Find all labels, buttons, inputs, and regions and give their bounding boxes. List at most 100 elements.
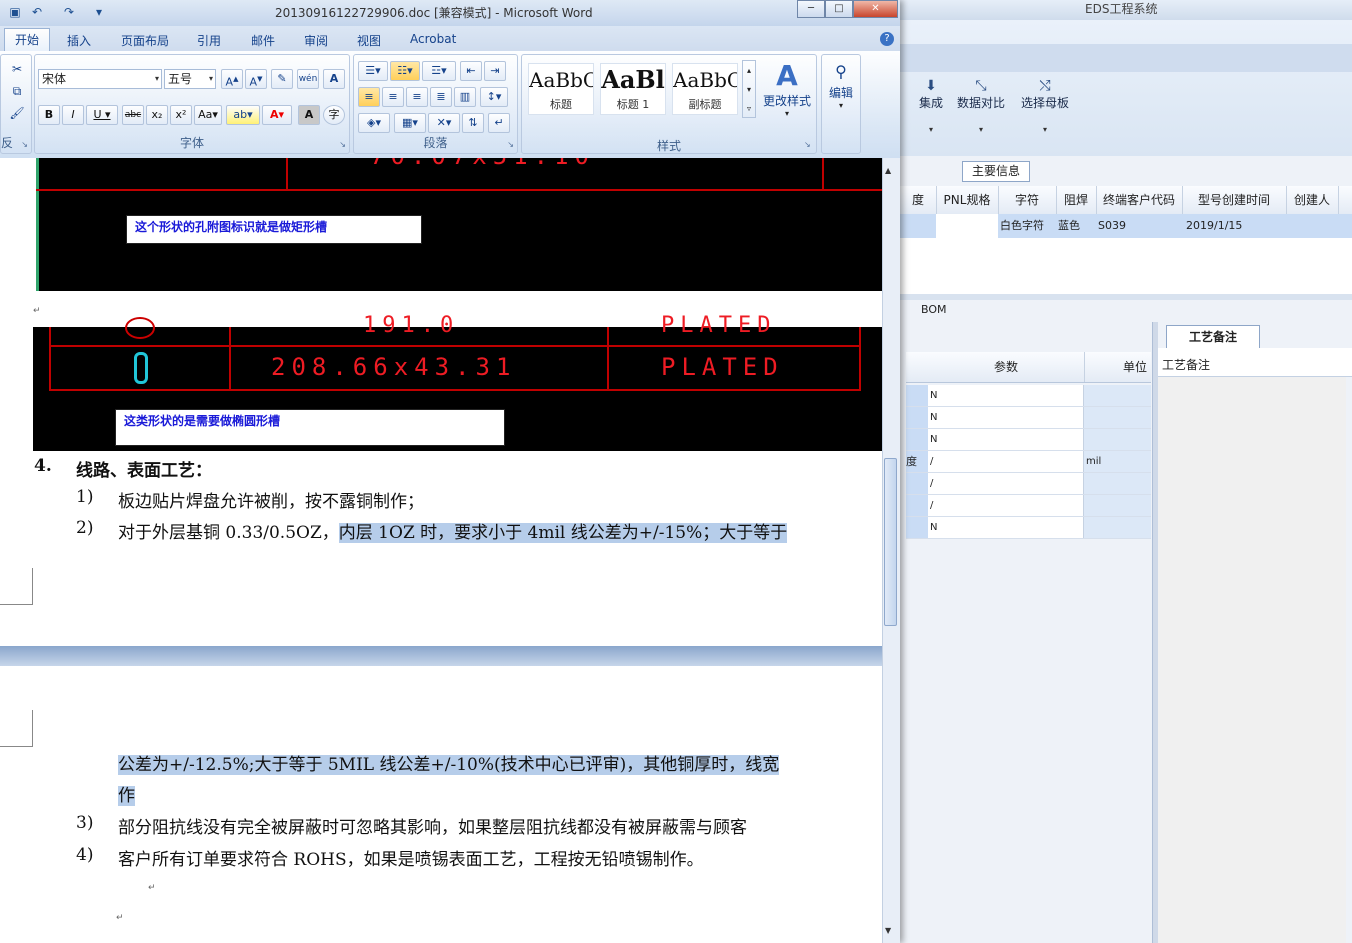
style-heading1[interactable]: AaBl 标题 1 — [600, 63, 666, 115]
selected-text[interactable]: 内层 1OZ 时，要求小于 4mil 线公差为+/-15%；大于等于 — [338, 523, 788, 543]
style-subtitle[interactable]: AaBbC 副标题 — [672, 63, 738, 115]
selected-text[interactable]: 作 — [118, 786, 135, 806]
bom-tab[interactable]: BOM — [921, 303, 947, 316]
redo-icon[interactable]: ↷ — [60, 4, 78, 20]
bold-button[interactable]: B — [38, 105, 60, 125]
close-button[interactable]: ✕ — [853, 0, 898, 18]
font-launcher-icon[interactable]: ↘ — [339, 140, 346, 149]
char-shading-button[interactable]: A — [298, 105, 320, 125]
font-color-button[interactable]: A▾ — [262, 105, 292, 125]
highlight-button[interactable]: ab▾ — [226, 105, 260, 125]
styles-gallery-scroll[interactable]: ▴ ▾ ▿ — [742, 60, 756, 118]
param-cell[interactable]: / — [928, 495, 1084, 516]
unit-cell[interactable] — [1084, 407, 1151, 428]
italic-button[interactable]: I — [62, 105, 84, 125]
tab-process-remark[interactable]: 工艺备注 — [1166, 325, 1260, 348]
tab-main-info[interactable]: 主要信息 — [962, 161, 1030, 182]
paragraph-launcher-icon[interactable]: ↘ — [507, 140, 514, 149]
change-case-button[interactable]: Aa▾ — [194, 105, 222, 125]
tab-page-layout[interactable]: 页面布局 — [121, 32, 169, 49]
show-marks-button[interactable]: ↵ — [488, 113, 510, 133]
bullets-button[interactable]: ☰▾ — [358, 61, 388, 81]
grid-cell[interactable] — [936, 214, 998, 238]
justify-button[interactable]: ≣ — [430, 87, 452, 107]
tab-home[interactable]: 开始 — [4, 28, 50, 51]
undo-icon[interactable]: ↶ — [28, 4, 46, 20]
help-icon[interactable]: ? — [880, 32, 894, 46]
align-left-button[interactable]: ≡ — [358, 87, 380, 107]
param-cell[interactable]: N — [928, 517, 1084, 538]
superscript-button[interactable]: x² — [170, 105, 192, 125]
selected-text[interactable]: 公差为+/-12.5%;大于等于 5MIL 线公差+/-10%(技术中心已评审)… — [118, 755, 780, 775]
change-styles-button[interactable]: A 更改样式 ▾ — [760, 60, 814, 130]
grid-row[interactable]: 白色字符 蓝色 S039 2019/1/15 — [900, 214, 1352, 238]
style-title[interactable]: AaBbC 标题 — [528, 63, 594, 115]
distributed-button[interactable]: ▥ — [454, 87, 476, 107]
save-icon[interactable]: ▣ — [6, 4, 24, 20]
grid-col-header[interactable]: PNL规格 — [936, 186, 999, 214]
param-col-header[interactable]: 参数 — [928, 352, 1085, 382]
styles-launcher-icon[interactable]: ↘ — [804, 140, 811, 149]
clear-format-button[interactable]: ✎ — [271, 69, 293, 89]
param-cell[interactable]: / — [928, 451, 1084, 472]
table-row[interactable]: N — [906, 407, 1151, 429]
grid-cell[interactable]: 蓝色 — [1058, 214, 1080, 238]
param-cell[interactable]: N — [928, 429, 1084, 450]
increase-indent-button[interactable]: ⇥ — [484, 61, 506, 81]
param-cell[interactable]: N — [928, 407, 1084, 428]
format-painter-icon[interactable]: 🖌 — [7, 103, 27, 123]
line-spacing-button[interactable]: ↕▾ — [480, 87, 508, 107]
grid-col-header[interactable]: 字符 — [998, 186, 1057, 214]
phonetic-guide-button[interactable]: wén — [297, 69, 319, 89]
grid-cell[interactable]: 白色字符 — [1000, 214, 1044, 238]
integrate-button[interactable]: ⬇ 集成 ▾ — [910, 78, 952, 134]
table-row[interactable]: / — [906, 473, 1151, 495]
numbering-button[interactable]: ☷▾ — [390, 61, 420, 81]
table-row[interactable]: 度 / mil — [906, 451, 1151, 473]
table-row[interactable]: N — [906, 517, 1151, 539]
multilevel-list-button[interactable]: ☲▾ — [422, 61, 456, 81]
shrink-font-button[interactable]: A▼ — [245, 69, 267, 89]
grow-font-button[interactable]: A▲ — [221, 69, 243, 89]
remark-textarea[interactable] — [1158, 377, 1346, 943]
unit-cell[interactable] — [1084, 429, 1151, 450]
param-cell[interactable]: / — [928, 473, 1084, 494]
copy-icon[interactable]: ⧉ — [7, 81, 27, 101]
param-cell[interactable]: N — [928, 385, 1084, 406]
unit-cell[interactable] — [1084, 517, 1151, 538]
grid-col-header[interactable]: 型号创建时间 — [1182, 186, 1287, 214]
cut-icon[interactable]: ✂ — [7, 59, 27, 79]
minimize-button[interactable]: ─ — [797, 0, 825, 18]
grid-col-header[interactable]: 终端客户代码 — [1096, 186, 1183, 214]
table-row[interactable]: / — [906, 495, 1151, 517]
tab-acrobat[interactable]: Acrobat — [410, 32, 456, 46]
table-row[interactable]: N — [906, 385, 1151, 407]
chinese-layout-button[interactable]: ✕▾ — [428, 113, 460, 133]
subscript-button[interactable]: x₂ — [146, 105, 168, 125]
document-area[interactable]: 70.07x51.10 这个形状的孔附图标识就是做矩形槽 ↵ 191.0 PLA… — [0, 158, 882, 943]
customize-toolbar-icon[interactable]: ▾ — [90, 4, 108, 20]
enclose-char-button[interactable]: 字 — [323, 105, 345, 125]
sort-button[interactable]: ⇅ — [462, 113, 484, 133]
grid-col-header[interactable]: 创建人 — [1286, 186, 1339, 214]
scroll-up-icon[interactable]: ▲ — [885, 166, 891, 175]
font-name-select[interactable]: 宋体 ▾ — [38, 69, 162, 89]
select-motherboard-button[interactable]: ⤭ 选择母板 ▾ — [1016, 78, 1074, 134]
editing-button[interactable]: ⚲ 编辑 ▾ — [824, 60, 858, 130]
unit-cell[interactable]: mil — [1084, 451, 1151, 472]
unit-cell[interactable] — [1084, 473, 1151, 494]
decrease-indent-button[interactable]: ⇤ — [460, 61, 482, 81]
compare-button[interactable]: ⤡ 数据对比 ▾ — [954, 78, 1008, 134]
underline-button[interactable]: U ▾ — [86, 105, 118, 125]
grid-cell[interactable]: S039 — [1098, 214, 1126, 238]
scroll-down-icon[interactable]: ▼ — [885, 926, 891, 935]
grid-col-header[interactable]: 阻焊 — [1056, 186, 1097, 214]
tab-review[interactable]: 审阅 — [304, 32, 328, 49]
strikethrough-button[interactable]: abc — [122, 105, 144, 125]
tab-view[interactable]: 视图 — [357, 32, 381, 49]
clipboard-launcher-icon[interactable]: ↘ — [21, 140, 28, 149]
align-center-button[interactable]: ≡ — [382, 87, 404, 107]
table-row[interactable]: N — [906, 429, 1151, 451]
tab-references[interactable]: 引用 — [197, 32, 221, 49]
unit-col-header[interactable]: 单位 — [1084, 352, 1151, 382]
